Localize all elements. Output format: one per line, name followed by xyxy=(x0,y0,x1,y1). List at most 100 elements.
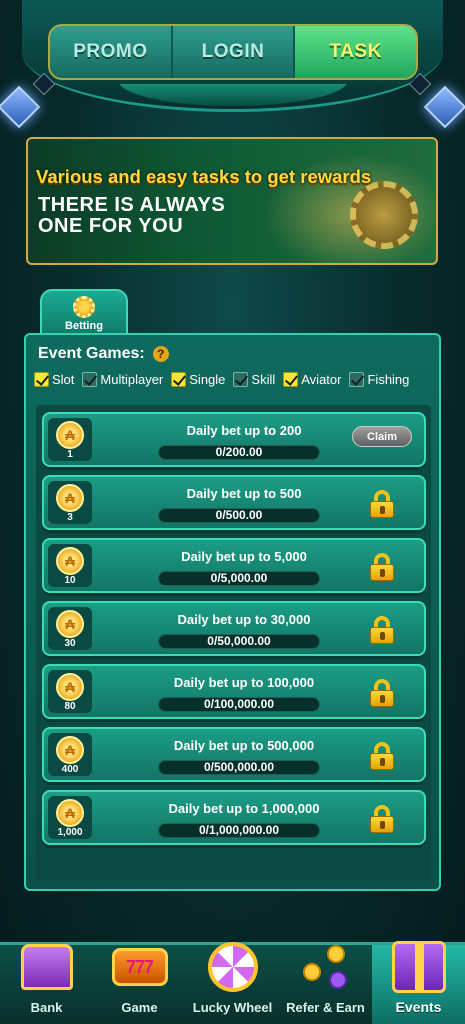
banner-subtitle-line1: THERE IS ALWAYS xyxy=(38,194,226,216)
panel-title-text: Event Games: xyxy=(38,345,145,362)
task-row: ₳ 80 Daily bet up to 100,000 0/100,000.0… xyxy=(42,664,426,719)
task-title: Daily bet up to 500 xyxy=(186,486,302,501)
task-title: Daily bet up to 200 xyxy=(186,423,302,438)
banner-subtitle-line2: ONE FOR YOU xyxy=(38,215,184,237)
task-title: Daily bet up to 5,000 xyxy=(181,549,307,564)
checkbox-checked-icon[interactable] xyxy=(171,372,187,387)
diamond-ornament-right xyxy=(423,85,465,129)
checkbox-checked-icon[interactable] xyxy=(283,372,299,387)
top-tabs: PROMO LOGIN TASK xyxy=(48,24,418,80)
nav-lucky-wheel[interactable]: Lucky Wheel xyxy=(186,942,279,1024)
bottom-nav: Bank 777 Game Lucky Wheel Refer & Earn E… xyxy=(0,941,465,1024)
filter-label: Fishing xyxy=(367,372,410,387)
task-progress: 0/100,000.00 xyxy=(158,697,320,712)
task-progress: 0/5,000.00 xyxy=(158,571,320,586)
tab-login[interactable]: LOGIN xyxy=(173,26,296,78)
reward-box: ₳ 1 xyxy=(48,418,92,461)
diamond-ornament-left xyxy=(0,85,41,129)
reward-box: ₳ 1,000 xyxy=(48,796,92,839)
lock-icon xyxy=(370,616,394,644)
checkbox-checked-icon[interactable] xyxy=(34,372,49,387)
refer-icon xyxy=(295,939,357,995)
task-progress: 0/500.00 xyxy=(158,508,320,523)
task-row: ₳ 1 Daily bet up to 200 0/200.00 Claim xyxy=(42,412,426,467)
reward-box: ₳ 10 xyxy=(48,544,92,587)
coin-icon: ₳ xyxy=(56,421,84,449)
task-row: ₳ 10 Daily bet up to 5,000 0/5,000.00 xyxy=(42,538,426,593)
nav-label: Events xyxy=(395,999,442,1015)
nav-bank[interactable]: Bank xyxy=(0,944,93,1024)
tab-task[interactable]: TASK xyxy=(295,26,416,78)
category-tab-betting[interactable]: Betting xyxy=(40,289,128,335)
task-progress: 0/200.00 xyxy=(158,445,320,460)
filter-label: Multiplayer xyxy=(100,372,164,387)
coin-icon: ₳ xyxy=(56,484,84,512)
nav-refer-earn[interactable]: Refer & Earn xyxy=(279,945,372,1024)
nav-game[interactable]: 777 Game xyxy=(93,945,186,1024)
checkbox-unchecked-icon[interactable] xyxy=(349,372,365,387)
coin-icon: ₳ xyxy=(56,547,84,575)
filter-aviator[interactable]: Aviator xyxy=(283,372,341,387)
wheel-icon xyxy=(202,939,264,995)
nav-label: Bank xyxy=(30,1000,63,1015)
task-progress: 0/1,000,000.00 xyxy=(158,823,320,838)
event-games-panel: Event Games: ? Slot Multiplayer Single S… xyxy=(24,333,441,891)
filter-slot[interactable]: Slot xyxy=(34,372,74,387)
casino-chip-icon xyxy=(350,181,418,249)
lock-icon xyxy=(370,553,394,581)
task-progress: 0/50,000.00 xyxy=(158,634,320,649)
checkbox-unchecked-icon[interactable] xyxy=(233,372,249,387)
task-title: Daily bet up to 100,000 xyxy=(173,675,315,690)
reward-amount: 3 xyxy=(67,512,73,523)
help-icon[interactable]: ? xyxy=(152,346,169,362)
task-title: Daily bet up to 30,000 xyxy=(177,612,311,627)
filter-label: Aviator xyxy=(301,372,342,387)
gift-icon xyxy=(388,939,450,995)
coin-icon: ₳ xyxy=(56,610,84,638)
coin-icon: ₳ xyxy=(56,799,84,827)
task-title: Daily bet up to 500,000 xyxy=(173,738,315,753)
coin-icon: ₳ xyxy=(56,736,84,764)
panel-title: Event Games: ? xyxy=(38,345,169,363)
reward-box: ₳ 80 xyxy=(48,670,92,713)
task-row: ₳ 1,000 Daily bet up to 1,000,000 0/1,00… xyxy=(42,790,426,845)
filter-single[interactable]: Single xyxy=(171,372,225,387)
filter-multiplayer[interactable]: Multiplayer xyxy=(82,372,163,387)
filter-label: Skill xyxy=(251,372,276,387)
reward-box: ₳ 30 xyxy=(48,607,92,650)
tab-promo[interactable]: PROMO xyxy=(50,26,173,78)
reward-amount: 80 xyxy=(64,701,76,712)
nav-events[interactable]: Events xyxy=(372,941,465,1024)
task-row: ₳ 400 Daily bet up to 500,000 0/500,000.… xyxy=(42,727,426,782)
reward-amount: 30 xyxy=(64,638,76,649)
nav-label: Lucky Wheel xyxy=(192,1000,273,1015)
coin-icon: ₳ xyxy=(56,673,84,701)
claim-button[interactable]: Claim xyxy=(352,426,412,447)
reward-amount: 1,000 xyxy=(57,827,83,838)
reward-amount: 1 xyxy=(67,449,73,460)
filter-fishing[interactable]: Fishing xyxy=(349,372,409,387)
category-tab-label: Betting xyxy=(65,320,103,332)
lock-icon xyxy=(370,742,394,770)
filter-label: Single xyxy=(189,372,226,387)
chip-icon xyxy=(73,296,95,318)
bank-icon xyxy=(16,939,78,995)
game-filters: Slot Multiplayer Single Skill Aviator Fi… xyxy=(34,372,439,387)
lock-icon xyxy=(370,679,394,707)
nav-label: Refer & Earn xyxy=(286,1000,365,1015)
reward-amount: 10 xyxy=(64,575,76,586)
reward-box: ₳ 3 xyxy=(48,481,92,524)
promo-banner: Various and easy tasks to get rewards TH… xyxy=(26,137,438,265)
checkbox-unchecked-icon[interactable] xyxy=(82,372,98,387)
reward-box: ₳ 400 xyxy=(48,733,92,776)
nav-label: Game xyxy=(121,1000,158,1015)
task-row: ₳ 30 Daily bet up to 30,000 0/50,000.00 xyxy=(42,601,426,656)
task-title: Daily bet up to 1,000,000 xyxy=(168,801,320,816)
reward-amount: 400 xyxy=(61,764,79,775)
slot-machine-text: 777 xyxy=(111,948,168,986)
task-row: ₳ 3 Daily bet up to 500 0/500.00 xyxy=(42,475,426,530)
filter-skill[interactable]: Skill xyxy=(233,372,275,387)
banner-headline: Various and easy tasks to get rewards xyxy=(36,166,372,187)
lock-icon xyxy=(370,490,394,518)
task-progress: 0/500,000.00 xyxy=(158,760,320,775)
